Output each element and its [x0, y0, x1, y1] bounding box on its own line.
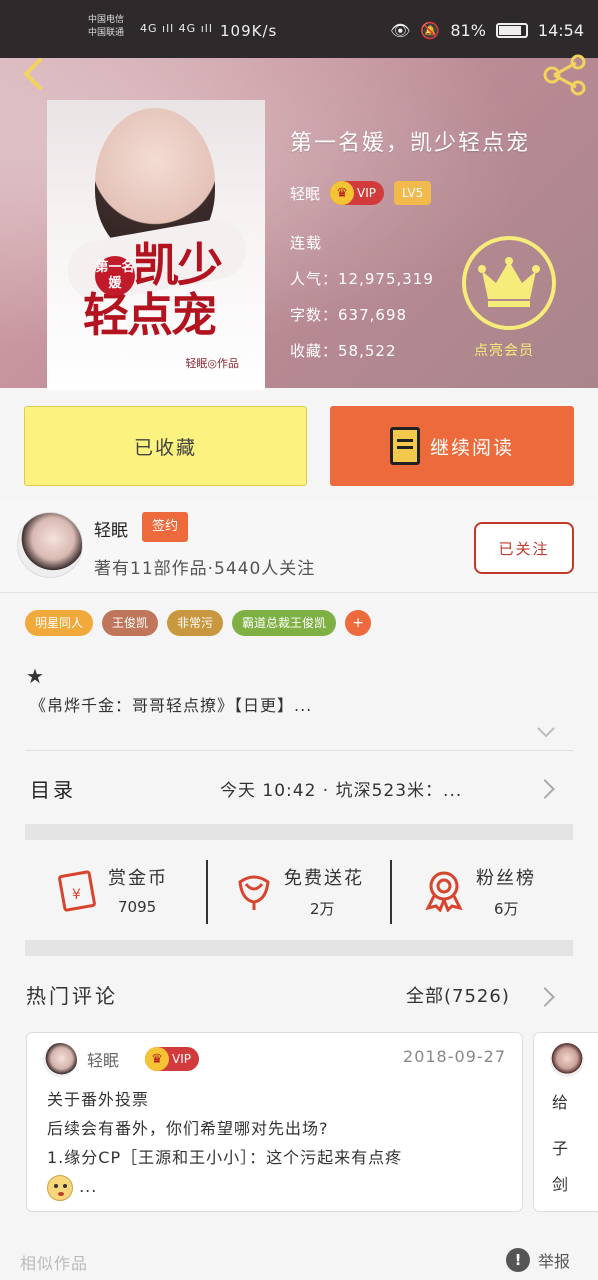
red-envelope-icon: ¥	[58, 870, 96, 912]
comment-text: 给 子 剑	[552, 1093, 569, 1194]
chevron-right-icon[interactable]	[535, 987, 555, 1007]
comment-date: 2018-09-27	[403, 1047, 506, 1066]
signed-badge: 签约	[142, 512, 188, 542]
comment-card[interactable]: 轻眠 ♛ VIP 2018-09-27 关于番外投票 后续会有番外，你们希望哪对…	[26, 1032, 523, 1212]
synopsis[interactable]: 《帛烨千金：哥哥轻点撩》【日更】...	[30, 692, 312, 716]
carrier-names: 中国电信 中国联通	[88, 15, 125, 38]
medal-icon	[425, 871, 463, 912]
book-icon	[389, 427, 420, 465]
cover-author: 轻眠◎作品	[185, 357, 239, 370]
crown-icon: ♛	[145, 1047, 169, 1071]
all-comments-link[interactable]: 全部(7526)	[406, 982, 510, 1008]
reward-coins-button[interactable]: ¥ 赏金币 7095	[56, 852, 196, 932]
follow-button[interactable]: 已关注	[474, 522, 574, 574]
chevron-right-icon	[535, 779, 555, 799]
hot-comments-title: 热门评论	[26, 984, 118, 1008]
avatar[interactable]	[17, 512, 83, 578]
more-tags-button[interactable]: +	[345, 610, 372, 636]
level-badge: LV5	[394, 181, 432, 205]
comment-user[interactable]: 轻眠	[87, 1047, 119, 1071]
author-stats: 著有11部作品·5440人关注	[94, 559, 316, 579]
continue-reading-button[interactable]: 继续阅读	[330, 406, 574, 486]
author-name[interactable]: 轻眠	[290, 183, 320, 204]
comment-card[interactable]: 给 子 剑	[533, 1032, 598, 1212]
battery-percent: 81%	[450, 21, 486, 40]
cover-badge: 第一名媛	[95, 256, 135, 296]
tag[interactable]: 王俊凯	[102, 610, 159, 636]
flower-icon	[238, 875, 270, 910]
report-button[interactable]: ! 举报	[506, 1248, 570, 1272]
eye-icon: 👁	[390, 21, 411, 40]
fan-ranking-button[interactable]: 粉丝榜 6万	[424, 852, 564, 932]
section-separator	[25, 824, 573, 840]
warning-icon: !	[506, 1248, 530, 1272]
author-section: 轻眠 签约 著有11部作品·5440人关注 已关注	[0, 500, 598, 592]
vip-badge: ♛ VIP	[330, 181, 384, 205]
book-title: 第一名媛，凯少轻点宠	[290, 131, 531, 156]
clock: 14:54	[537, 21, 584, 40]
vip-badge: ♛ VIP	[145, 1047, 199, 1071]
author-name[interactable]: 轻眠	[94, 516, 128, 541]
collected-button[interactable]: 已收藏	[24, 406, 307, 486]
tag[interactable]: 非常污	[167, 610, 224, 636]
send-flower-button[interactable]: 免费送花 2万	[232, 852, 382, 932]
mute-icon: 🔕	[420, 21, 441, 40]
status-bar: 中国电信 中国联通 4G ıll 4G ıll 109K/s 👁 🔕 81% 1…	[0, 0, 598, 58]
toc-label: 目录	[30, 778, 76, 802]
section-separator	[25, 940, 573, 956]
divider	[25, 750, 573, 751]
vip-activate-label[interactable]: 点亮会员	[474, 340, 534, 360]
back-arrow-icon[interactable]	[16, 56, 52, 92]
crown-icon	[478, 257, 540, 307]
share-icon[interactable]	[542, 54, 588, 96]
divider	[0, 592, 598, 593]
reward-actions: ¥ 赏金币 7095 免费送花 2万 粉丝榜 6万	[0, 852, 598, 932]
network-speed: 109K/s	[220, 22, 278, 40]
emoji-icon	[47, 1174, 73, 1201]
tag[interactable]: 明星同人	[25, 610, 94, 636]
vip-activate-button[interactable]	[462, 236, 556, 330]
divider	[390, 860, 392, 924]
star-icon: ★	[26, 664, 44, 688]
signal-icon: 4G ıll 4G ıll	[140, 22, 213, 35]
avatar[interactable]	[550, 1043, 584, 1077]
table-of-contents-row[interactable]: 目录 今天 10:42 · 坑深523米：...	[0, 752, 598, 824]
similar-works-label: 相似作品	[20, 1254, 89, 1273]
chevron-down-icon[interactable]	[536, 722, 556, 742]
book-cover[interactable]: 凯少 轻点宠 第一名媛 轻眠◎作品	[47, 100, 265, 390]
tag[interactable]: 霸道总裁王俊凯	[232, 610, 337, 636]
latest-chapter: 今天 10:42 · 坑深523米：...	[220, 781, 463, 801]
svg-text:¥: ¥	[72, 887, 81, 903]
comment-text: 关于番外投票 后续会有番外，你们希望哪对先出场? 1.缘分CP［王源和王小小］：…	[47, 1085, 402, 1201]
divider	[206, 860, 208, 924]
battery-icon	[495, 23, 528, 38]
tag-list: 明星同人 王俊凯 非常污 霸道总裁王俊凯 +	[25, 610, 372, 636]
crown-icon: ♛	[330, 181, 355, 205]
avatar[interactable]	[43, 1043, 77, 1077]
